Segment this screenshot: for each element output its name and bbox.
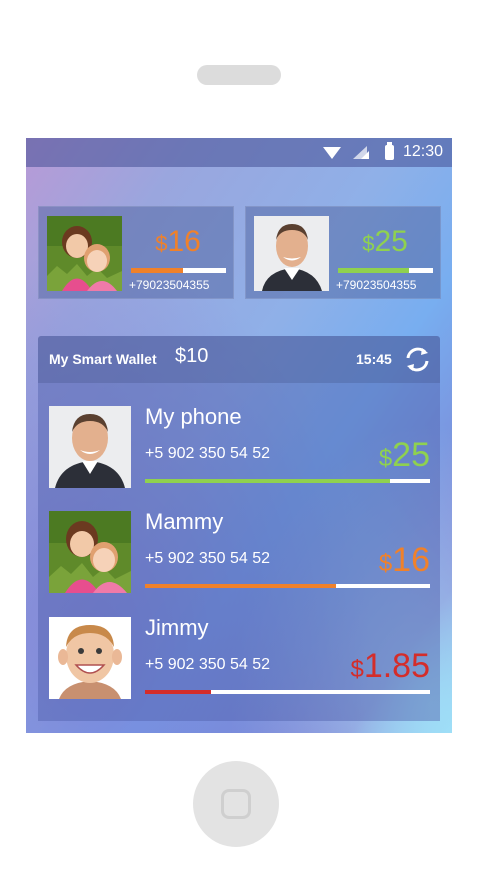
- currency-symbol: $: [378, 550, 393, 577]
- status-clock: 12:30: [403, 143, 444, 160]
- wallet-title: My Smart Wallet: [49, 351, 157, 367]
- contact-amount: $16: [379, 541, 430, 580]
- wallet-item-my-phone[interactable]: My phone +5 902 350 54 52 $25: [38, 399, 440, 505]
- contact-phone: +5 902 350 54 52: [145, 445, 271, 462]
- status-bar: 12:30: [26, 138, 452, 167]
- signal-icon: [353, 146, 369, 159]
- balance-bar-fill: [131, 268, 184, 273]
- quick-card-phone: +79023504355: [129, 278, 210, 292]
- contact-amount: $1.85: [350, 647, 430, 686]
- avatar-man: [49, 406, 131, 488]
- contact-name: Jimmy: [145, 615, 209, 640]
- amount-value: 16: [167, 225, 201, 258]
- wallet-time: 15:45: [356, 351, 392, 367]
- battery-icon: [385, 142, 394, 160]
- amount-value: 1.85: [363, 647, 430, 685]
- quick-card-amount: $25: [334, 225, 436, 259]
- balance-bar: [131, 268, 226, 273]
- contact-amount: $25: [379, 436, 430, 475]
- home-square-icon: [221, 789, 251, 819]
- contact-phone: +5 902 350 54 52: [145, 550, 271, 567]
- quick-card-amount: $16: [127, 225, 229, 259]
- phone-speaker: [197, 65, 281, 85]
- quick-card-my-phone[interactable]: $25 +79023504355: [245, 206, 441, 299]
- wallet-header: My Smart Wallet $10 15:45: [38, 336, 440, 383]
- wallet-list: My phone +5 902 350 54 52 $25 Mammy +5 9…: [38, 383, 440, 721]
- quick-card-mammy[interactable]: $16 +79023504355: [38, 206, 234, 299]
- balance-bar-fill: [145, 584, 336, 588]
- avatar-mother-daughter: [49, 511, 131, 593]
- phone-screen: 12:30 $16 +79023504355 $25 +79023504355 …: [26, 138, 452, 733]
- wallet-item-jimmy[interactable]: Jimmy +5 902 350 54 52 $1.85: [38, 610, 440, 716]
- amount-value: 25: [392, 436, 430, 474]
- balance-bar: [338, 268, 433, 273]
- currency-symbol: $: [362, 231, 375, 256]
- avatar-boy: [49, 617, 131, 699]
- currency-symbol: $: [350, 656, 364, 683]
- contact-phone: +5 902 350 54 52: [145, 656, 271, 673]
- balance-bar: [145, 690, 430, 694]
- currency-symbol: $: [378, 445, 393, 472]
- contact-name: My phone: [145, 404, 242, 429]
- currency-symbol: $: [155, 231, 168, 256]
- balance-bar-fill: [338, 268, 410, 273]
- amount-value: 16: [392, 541, 430, 579]
- balance-bar: [145, 584, 430, 588]
- quick-card-phone: +79023504355: [336, 278, 417, 292]
- contact-name: Mammy: [145, 509, 224, 534]
- wallet-balance: $10: [175, 345, 209, 367]
- avatar-man: [254, 216, 329, 291]
- balance-bar-fill: [145, 690, 211, 694]
- wifi-icon: [323, 147, 341, 159]
- wallet-item-mammy[interactable]: Mammy +5 902 350 54 52 $16: [38, 504, 440, 610]
- balance-bar-fill: [145, 479, 391, 483]
- amount-value: 25: [374, 225, 408, 258]
- refresh-icon[interactable]: [404, 346, 431, 373]
- home-button[interactable]: [193, 761, 279, 847]
- balance-bar: [145, 479, 430, 483]
- avatar-mother-daughter: [47, 216, 122, 291]
